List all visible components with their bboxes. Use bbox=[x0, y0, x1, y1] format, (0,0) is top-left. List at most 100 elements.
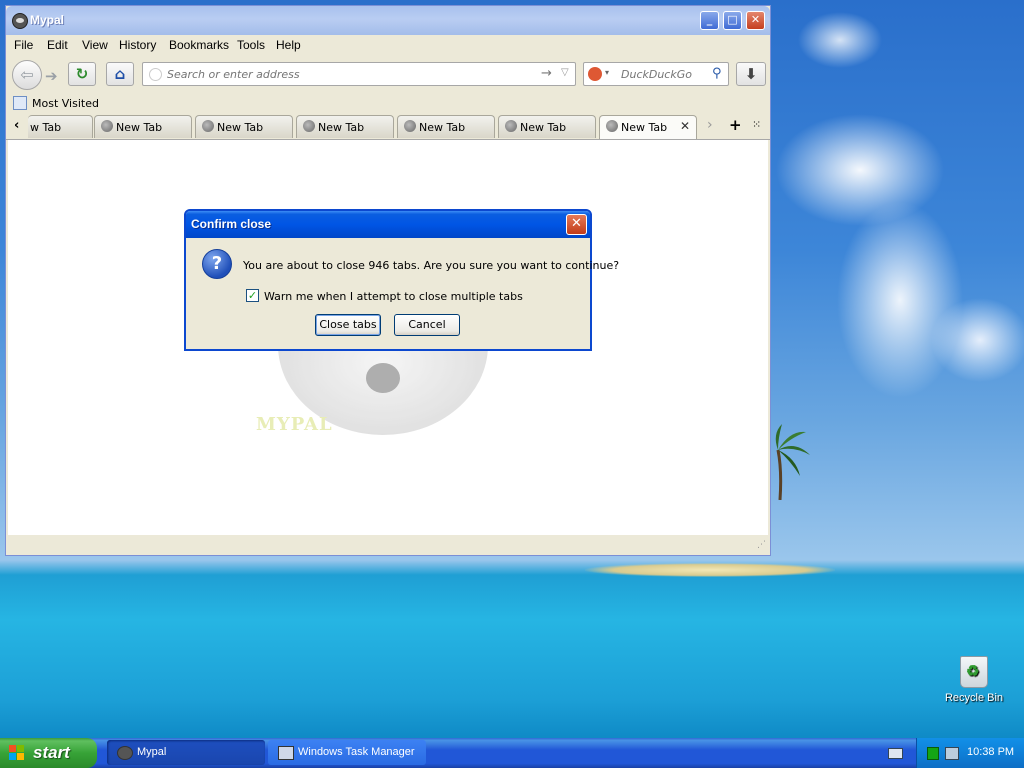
address-bar[interactable]: → ▽ bbox=[142, 62, 576, 86]
all-tabs-icon[interactable]: ⁙ bbox=[752, 118, 761, 131]
scroll-tabs-left-icon[interactable]: ‹ bbox=[14, 118, 19, 133]
download-button[interactable]: ⬇ bbox=[736, 62, 766, 86]
task-manager-icon bbox=[278, 746, 294, 760]
menu-help[interactable]: Help bbox=[276, 38, 301, 52]
menu-view[interactable]: View bbox=[82, 38, 108, 52]
start-label: start bbox=[33, 743, 70, 762]
menu-bookmarks[interactable]: Bookmarks bbox=[169, 38, 229, 52]
resize-grip-icon[interactable]: ⋰ bbox=[757, 540, 766, 550]
search-bar[interactable]: ▾ ⚲ bbox=[583, 62, 729, 86]
tab-label: w Tab bbox=[30, 121, 62, 134]
home-icon: ⌂ bbox=[114, 65, 126, 83]
mypal-app-icon bbox=[117, 746, 133, 760]
island-graphic bbox=[585, 563, 835, 577]
tab-label: New Tab bbox=[419, 121, 466, 134]
maximize-button[interactable]: □ bbox=[723, 11, 742, 30]
go-arrow-icon[interactable]: → bbox=[541, 66, 552, 81]
recycle-bin-shortcut[interactable]: ♻ Recycle Bin bbox=[944, 656, 1004, 704]
recycle-bin-label: Recycle Bin bbox=[944, 692, 1004, 704]
keyboard-layout-icon[interactable] bbox=[888, 748, 903, 759]
clock[interactable]: 10:38 PM bbox=[967, 746, 1014, 758]
menu-bar: File Edit View History Bookmarks Tools H… bbox=[6, 36, 770, 56]
tab[interactable]: New Tab bbox=[498, 115, 596, 138]
globe-icon bbox=[101, 120, 113, 132]
dropdown-arrow-icon[interactable]: ▽ bbox=[561, 67, 569, 78]
back-arrow-icon: ⇦ bbox=[20, 65, 34, 84]
status-bar: ⋰ bbox=[8, 537, 768, 553]
dialog-titlebar[interactable]: Confirm close ✕ bbox=[186, 211, 590, 238]
cancel-button[interactable]: Cancel bbox=[394, 314, 460, 336]
most-visited-icon bbox=[13, 96, 27, 110]
reload-button[interactable]: ↻ bbox=[68, 62, 96, 86]
forward-arrow-icon[interactable]: ➔ bbox=[45, 67, 58, 85]
globe-icon bbox=[505, 120, 517, 132]
back-button[interactable]: ⇦ bbox=[12, 60, 42, 90]
search-icon[interactable]: ⚲ bbox=[712, 66, 722, 81]
question-icon: ? bbox=[202, 249, 232, 279]
site-identity-icon bbox=[149, 68, 162, 81]
taskbar-item-label: Mypal bbox=[137, 746, 167, 758]
tab-active[interactable]: New Tab ✕ bbox=[599, 115, 697, 139]
search-engine-dropdown-icon[interactable]: ▾ bbox=[605, 68, 609, 77]
close-icon: ✕ bbox=[750, 13, 761, 26]
scroll-tabs-right-icon[interactable]: › bbox=[707, 117, 713, 133]
dialog-close-button[interactable]: ✕ bbox=[566, 214, 587, 235]
close-icon: ✕ bbox=[571, 216, 582, 231]
tab[interactable]: w Tab bbox=[28, 115, 93, 138]
taskbar-item-label: Windows Task Manager bbox=[298, 746, 415, 758]
start-button[interactable]: start bbox=[0, 738, 97, 768]
bookmark-most-visited[interactable]: Most Visited bbox=[32, 97, 99, 110]
taskbar-item-mypal[interactable]: Mypal bbox=[107, 740, 265, 765]
tab-close-icon[interactable]: ✕ bbox=[680, 119, 690, 133]
tab[interactable]: New Tab bbox=[195, 115, 293, 138]
mypal-app-icon bbox=[12, 13, 28, 29]
menu-tools[interactable]: Tools bbox=[237, 38, 265, 52]
tab-label: New Tab bbox=[318, 121, 365, 134]
close-tabs-button[interactable]: Close tabs bbox=[315, 314, 381, 336]
window-title: Mypal bbox=[30, 13, 65, 27]
globe-icon bbox=[404, 120, 416, 132]
maximize-icon: □ bbox=[727, 13, 738, 26]
network-icon[interactable] bbox=[945, 747, 959, 760]
bookmarks-toolbar: Most Visited bbox=[6, 93, 770, 113]
confirm-close-dialog: Confirm close ✕ ? You are about to close… bbox=[184, 209, 619, 351]
watermark-text: MYPAL bbox=[256, 414, 333, 435]
tab[interactable]: New Tab bbox=[397, 115, 495, 138]
warn-checkbox-label[interactable]: Warn me when I attempt to close multiple… bbox=[264, 290, 523, 303]
tab-label: New Tab bbox=[116, 121, 163, 134]
system-tray: 10:38 PM bbox=[916, 738, 1024, 768]
globe-icon bbox=[202, 120, 214, 132]
tab-strip: ‹ w Tab New Tab New Tab New Tab New Tab … bbox=[6, 113, 770, 140]
warn-checkbox[interactable]: ✓ bbox=[246, 289, 259, 302]
download-icon: ⬇ bbox=[744, 65, 758, 83]
dialog-message: You are about to close 946 tabs. Are you… bbox=[243, 259, 620, 272]
palm-tree-graphic bbox=[775, 424, 810, 500]
address-input[interactable] bbox=[165, 67, 529, 82]
minimize-icon: _ bbox=[706, 13, 713, 26]
search-input[interactable] bbox=[619, 67, 711, 82]
dialog-title: Confirm close bbox=[191, 217, 272, 231]
menu-edit[interactable]: Edit bbox=[47, 38, 68, 52]
reload-icon: ↻ bbox=[75, 65, 89, 83]
tab-label: New Tab bbox=[621, 121, 668, 134]
new-tab-icon[interactable]: + bbox=[729, 116, 742, 134]
window-close-button[interactable]: ✕ bbox=[746, 11, 765, 30]
windows-flag-icon bbox=[9, 745, 25, 761]
tab-label: New Tab bbox=[217, 121, 264, 134]
taskbar-item-task-manager[interactable]: Windows Task Manager bbox=[268, 740, 426, 765]
minimize-button[interactable]: _ bbox=[700, 11, 719, 30]
tab[interactable]: New Tab bbox=[94, 115, 192, 138]
globe-icon bbox=[606, 120, 618, 132]
globe-icon bbox=[303, 120, 315, 132]
window-titlebar[interactable]: Mypal _ □ ✕ bbox=[6, 6, 770, 35]
tab[interactable]: New Tab bbox=[296, 115, 394, 138]
menu-file[interactable]: File bbox=[14, 38, 33, 52]
recycle-bin-icon: ♻ bbox=[960, 656, 988, 688]
taskbar: start Mypal Windows Task Manager 10:38 P… bbox=[0, 738, 1024, 768]
duckduckgo-icon[interactable] bbox=[588, 67, 602, 81]
navigation-toolbar: ⇦ ➔ ↻ ⌂ → ▽ ▾ ⚲ ⬇ bbox=[6, 58, 770, 92]
menu-history[interactable]: History bbox=[119, 38, 156, 52]
tray-app-icon[interactable] bbox=[927, 747, 939, 760]
tab-label: New Tab bbox=[520, 121, 567, 134]
home-button[interactable]: ⌂ bbox=[106, 62, 134, 86]
